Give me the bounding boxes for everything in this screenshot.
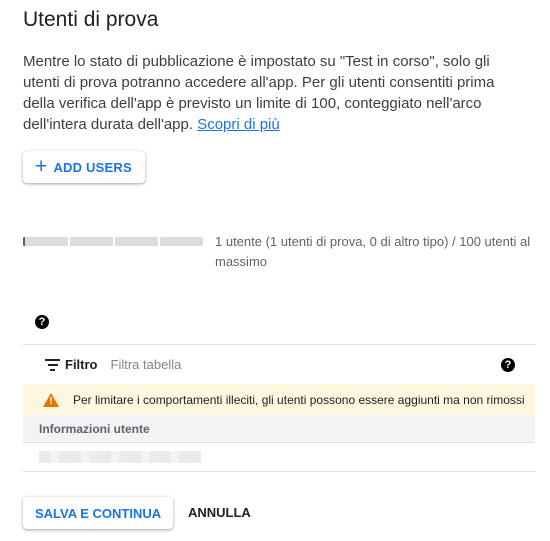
progress-segment bbox=[23, 237, 68, 246]
filter-bar: Filtro Filtra tabella ? bbox=[23, 344, 535, 384]
progress-segment bbox=[70, 237, 113, 246]
warning-icon-glyph: ! bbox=[49, 395, 53, 407]
cancel-button[interactable]: ANNULLA bbox=[188, 505, 251, 520]
filter-table-input[interactable]: Filtra tabella bbox=[111, 357, 502, 372]
redacted-user-email bbox=[39, 451, 201, 463]
progress-segment bbox=[160, 237, 203, 246]
user-cap-progress-bar bbox=[23, 237, 203, 246]
warning-icon: ! bbox=[43, 392, 59, 407]
progress-segment bbox=[115, 237, 158, 246]
add-users-label: ADD USERS bbox=[53, 159, 132, 175]
column-header-user-info[interactable]: Informazioni utente bbox=[23, 415, 535, 443]
page-title: Utenti di prova bbox=[23, 8, 159, 31]
warning-banner: ! Per limitare i comportamenti illeciti,… bbox=[23, 384, 535, 415]
usage-text: 1 utente (1 utenti di prova, 0 di altro … bbox=[215, 234, 531, 269]
plus-icon: + bbox=[35, 154, 48, 178]
help-icon[interactable]: ? bbox=[35, 315, 49, 329]
add-users-button[interactable]: + ADD USERS bbox=[23, 151, 145, 183]
table-row bbox=[23, 443, 535, 472]
help-icon[interactable]: ? bbox=[501, 357, 515, 372]
learn-more-link[interactable]: Scopri di più bbox=[197, 116, 280, 133]
intro-text: Mentre lo stato di pubblicazione è impos… bbox=[23, 51, 523, 135]
save-and-continue-button[interactable]: SALVA E CONTINUA bbox=[23, 497, 174, 529]
filter-icon[interactable] bbox=[45, 358, 60, 371]
warning-text: Per limitare i comportamenti illeciti, g… bbox=[73, 392, 525, 407]
filter-label[interactable]: Filtro bbox=[65, 357, 98, 372]
